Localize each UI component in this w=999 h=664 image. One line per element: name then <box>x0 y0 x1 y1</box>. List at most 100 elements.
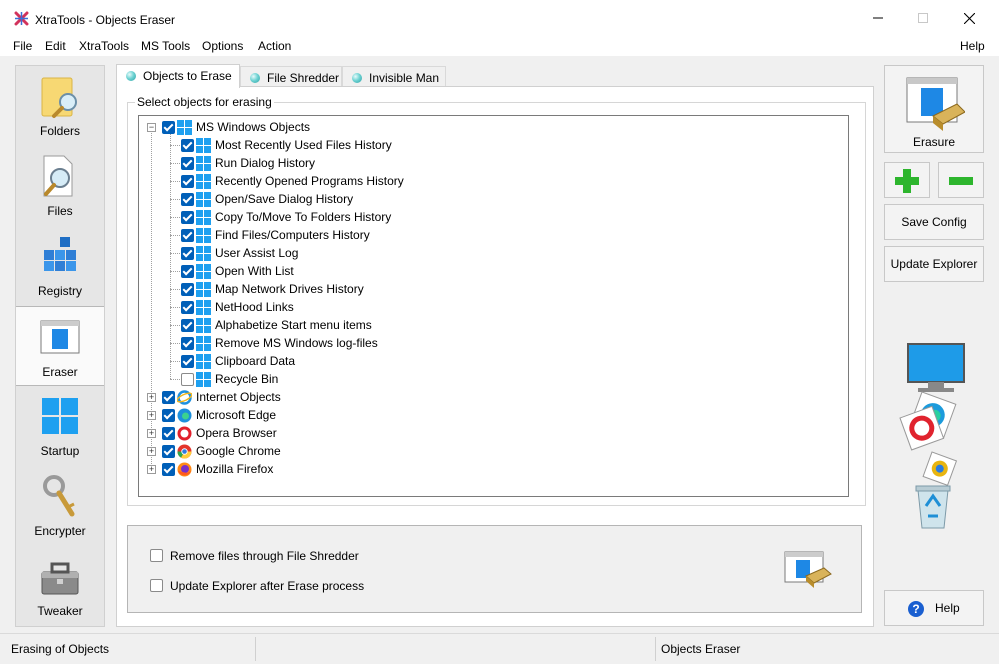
expand-toggle[interactable]: + <box>147 429 156 438</box>
expand-toggle[interactable]: + <box>147 447 156 456</box>
close-icon <box>963 12 975 24</box>
remove-button[interactable] <box>938 162 984 198</box>
tree-connector <box>170 325 180 326</box>
update-explorer-button[interactable]: Update Explorer <box>884 246 984 282</box>
tree-node-child[interactable]: NetHood Links <box>139 298 839 316</box>
expand-toggle[interactable]: + <box>147 393 156 402</box>
checkbox[interactable] <box>181 211 194 224</box>
checkbox[interactable] <box>162 463 175 476</box>
tree-node-opera[interactable]: + Opera Browser <box>139 424 839 442</box>
checkbox[interactable] <box>181 373 194 386</box>
tree-node-label: User Assist Log <box>215 246 299 260</box>
save-config-button[interactable]: Save Config <box>884 204 984 240</box>
maximize-button[interactable] <box>900 0 946 36</box>
checkbox[interactable] <box>181 355 194 368</box>
checkbox[interactable] <box>181 139 194 152</box>
checkbox[interactable] <box>162 445 175 458</box>
sidebar-item-files[interactable]: Files <box>16 146 104 226</box>
menu-bar: File Edit XtraTools MS Tools Options Act… <box>0 36 999 56</box>
menu-ms-tools[interactable]: MS Tools <box>141 39 190 53</box>
tree-node-child[interactable]: Find Files/Computers History <box>139 226 839 244</box>
tree-node-child[interactable]: Clipboard Data <box>139 352 839 370</box>
menu-xtratools[interactable]: XtraTools <box>79 39 129 53</box>
windows-logo-icon <box>196 282 211 297</box>
checkbox[interactable] <box>150 549 163 562</box>
checkbox[interactable] <box>150 579 163 592</box>
sidebar-item-registry[interactable]: Registry <box>16 226 104 306</box>
tree-node-child[interactable]: Remove MS Windows log-files <box>139 334 839 352</box>
browser-cleanup-illustration <box>899 343 965 529</box>
menu-action[interactable]: Action <box>258 39 291 53</box>
minimize-button[interactable] <box>855 0 901 36</box>
checkbox[interactable] <box>162 391 175 404</box>
close-button[interactable] <box>946 0 992 36</box>
expand-toggle[interactable]: + <box>147 465 156 474</box>
menu-options[interactable]: Options <box>202 39 243 53</box>
edge-icon <box>177 408 192 423</box>
tree-node-chrome[interactable]: + Google Chrome <box>139 442 839 460</box>
menu-help[interactable]: Help <box>960 39 985 53</box>
tree-node-firefox[interactable]: + Mozilla Firefox <box>139 460 839 478</box>
windows-logo-icon <box>196 300 211 315</box>
checkbox[interactable] <box>181 247 194 260</box>
windows-logo-icon <box>196 246 211 261</box>
checkbox[interactable] <box>181 265 194 278</box>
sidebar-item-eraser[interactable]: Eraser <box>16 306 104 386</box>
sidebar-label-encrypter: Encrypter <box>34 524 86 538</box>
checkbox[interactable] <box>181 157 194 170</box>
windows-logo-icon <box>196 174 211 189</box>
maximize-icon <box>918 13 928 23</box>
tree-node-child[interactable]: Alphabetize Start menu items <box>139 316 839 334</box>
checkbox[interactable] <box>162 121 175 134</box>
tree-node-child[interactable]: Recycle Bin <box>139 370 839 388</box>
erasure-button[interactable]: Erasure <box>884 65 984 153</box>
tab-file-shredder[interactable]: File Shredder <box>240 66 342 88</box>
objects-tree[interactable]: − MS Windows Objects Most Recently Used Fi… <box>138 115 849 497</box>
objects-group-label: Select objects for erasing <box>135 95 274 109</box>
checkbox[interactable] <box>162 409 175 422</box>
add-button[interactable] <box>884 162 930 198</box>
tab-invisible-man[interactable]: Invisible Man <box>342 66 446 88</box>
tree-node-label: Google Chrome <box>196 444 281 458</box>
tree-node-child[interactable]: Open/Save Dialog History <box>139 190 839 208</box>
sidebar-item-startup[interactable]: Startup <box>16 386 104 466</box>
tree-node-ms-windows-objects[interactable]: − MS Windows Objects <box>139 118 839 136</box>
checkbox[interactable] <box>181 229 194 242</box>
windows-logo-icon <box>196 372 211 387</box>
tree-node-child[interactable]: Copy To/Move To Folders History <box>139 208 839 226</box>
tree-connector <box>170 145 180 146</box>
tree-node-child[interactable]: Recently Opened Programs History <box>139 172 839 190</box>
tree-node-child[interactable]: Map Network Drives History <box>139 280 839 298</box>
checkbox[interactable] <box>181 301 194 314</box>
windows-logo-icon <box>196 156 211 171</box>
sidebar-item-tweaker[interactable]: Tweaker <box>16 546 104 626</box>
checkbox[interactable] <box>181 193 194 206</box>
save-config-label: Save Config <box>901 215 967 229</box>
sidebar-item-encrypter[interactable]: Encrypter <box>16 466 104 546</box>
help-icon: ? <box>908 601 924 617</box>
tree-node-label: Internet Objects <box>196 390 281 404</box>
checkbox[interactable] <box>181 319 194 332</box>
menu-edit[interactable]: Edit <box>45 39 66 53</box>
checkbox[interactable] <box>181 175 194 188</box>
collapse-toggle[interactable]: − <box>147 123 156 132</box>
help-button[interactable]: ? Help <box>884 590 984 626</box>
tree-node-child[interactable]: Most Recently Used Files History <box>139 136 839 154</box>
checkbox[interactable] <box>181 283 194 296</box>
sidebar-item-folders[interactable]: Folders <box>16 66 104 146</box>
tree-node-edge[interactable]: + Microsoft Edge <box>139 406 839 424</box>
checkbox[interactable] <box>162 427 175 440</box>
tab-bullet-icon <box>352 73 362 83</box>
tree-node-label: NetHood Links <box>215 300 294 314</box>
tree-node-child[interactable]: Open With List <box>139 262 839 280</box>
tree-node-child[interactable]: User Assist Log <box>139 244 839 262</box>
tree-node-child[interactable]: Run Dialog History <box>139 154 839 172</box>
checkbox[interactable] <box>181 337 194 350</box>
windows-logo-icon <box>42 398 78 434</box>
status-separator <box>655 637 656 661</box>
tree-node-label: Map Network Drives History <box>215 282 364 296</box>
tab-objects-to-erase[interactable]: Objects to Erase <box>116 64 240 88</box>
expand-toggle[interactable]: + <box>147 411 156 420</box>
tree-node-ie[interactable]: + Internet Objects <box>139 388 839 406</box>
menu-file[interactable]: File <box>13 39 32 53</box>
